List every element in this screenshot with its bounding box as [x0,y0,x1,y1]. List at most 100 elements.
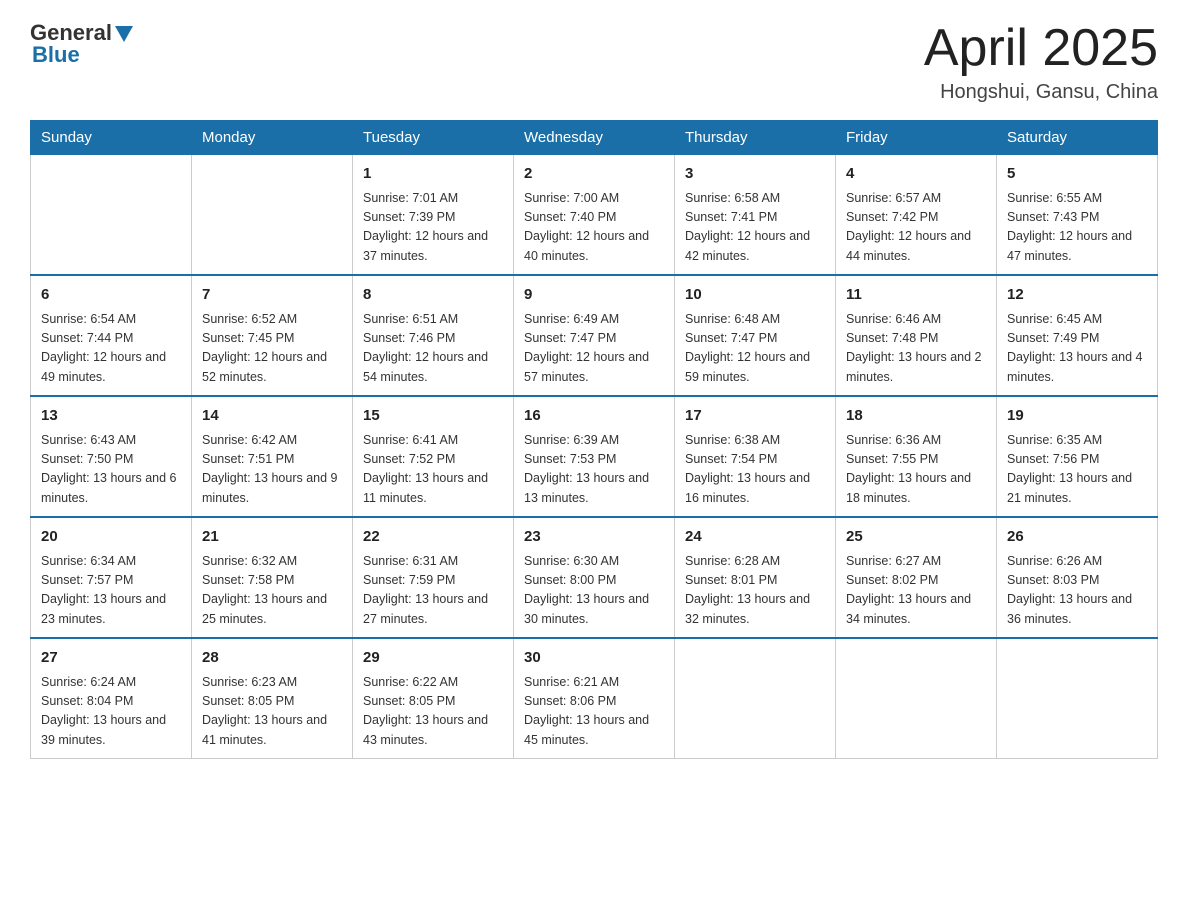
day-number: 5 [1007,163,1147,186]
calendar-table: SundayMondayTuesdayWednesdayThursdayFrid… [30,120,1158,759]
day-info: Sunrise: 6:21 AMSunset: 8:06 PMDaylight:… [524,673,664,751]
day-number: 19 [1007,405,1147,428]
day-info: Sunrise: 6:54 AMSunset: 7:44 PMDaylight:… [41,310,181,388]
day-number: 17 [685,405,825,428]
calendar-cell: 9 Sunrise: 6:49 AMSunset: 7:47 PMDaylight… [514,275,675,396]
calendar-cell: 3Sunrise: 6:58 AMSunset: 7:41 PMDaylight… [675,155,836,276]
day-info: Sunrise: 6:23 AMSunset: 8:05 PMDaylight:… [202,673,342,751]
day-of-week-header: Tuesday [353,121,514,155]
calendar-week-row: 20Sunrise: 6:34 AMSunset: 7:57 PMDayligh… [31,517,1158,638]
calendar-week-row: 6 Sunrise: 6:54 AMSunset: 7:44 PMDaylight… [31,275,1158,396]
calendar-cell [836,638,997,759]
day-of-week-header: Friday [836,121,997,155]
day-info: Sunrise: 6:43 AMSunset: 7:50 PMDaylight:… [41,431,181,509]
day-info: Sunrise: 6:55 AMSunset: 7:43 PMDaylight:… [1007,189,1147,267]
calendar-cell: 16 Sunrise: 6:39 AMSunset: 7:53 PMDayligh… [514,396,675,517]
calendar-week-row: 1 Sunrise: 7:01 AMSunset: 7:39 PMDaylight… [31,155,1158,276]
day-number: 20 [41,526,181,549]
calendar-cell [997,638,1158,759]
day-number: 15 [363,405,503,428]
day-info: Sunrise: 6:26 AMSunset: 8:03 PMDaylight:… [1007,552,1147,630]
day-number: 25 [846,526,986,549]
calendar-cell: 12 Sunrise: 6:45 AMSunset: 7:49 PMDayligh… [997,275,1158,396]
calendar-cell [31,155,192,276]
day-info: Sunrise: 6:32 AMSunset: 7:58 PMDaylight:… [202,552,342,630]
day-info: Sunrise: 6:39 AMSunset: 7:53 PMDaylight:… [524,431,664,509]
day-info: Sunrise: 7:01 AMSunset: 7:39 PMDaylight:… [363,189,503,267]
day-number: 4 [846,163,986,186]
calendar-cell: 6 Sunrise: 6:54 AMSunset: 7:44 PMDaylight… [31,275,192,396]
day-number: 29 [363,647,503,670]
day-of-week-header: Thursday [675,121,836,155]
logo-triangle-icon [115,26,133,42]
calendar-cell: 26 Sunrise: 6:26 AMSunset: 8:03 PMDayligh… [997,517,1158,638]
logo-blue-text: Blue [32,42,80,68]
day-number: 16 [524,405,664,428]
day-info: Sunrise: 6:28 AMSunset: 8:01 PMDaylight:… [685,552,825,630]
day-info: Sunrise: 6:31 AMSunset: 7:59 PMDaylight:… [363,552,503,630]
day-number: 6 [41,284,181,307]
calendar-cell [192,155,353,276]
day-info: Sunrise: 6:30 AMSunset: 8:00 PMDaylight:… [524,552,664,630]
day-info: Sunrise: 6:58 AMSunset: 7:41 PMDaylight:… [685,189,825,267]
day-info: Sunrise: 6:22 AMSunset: 8:05 PMDaylight:… [363,673,503,751]
day-info: Sunrise: 6:46 AMSunset: 7:48 PMDaylight:… [846,310,986,388]
day-number: 2 [524,163,664,186]
day-number: 10 [685,284,825,307]
calendar-subtitle: Hongshui, Gansu, China [924,81,1158,104]
calendar-cell: 29 Sunrise: 6:22 AMSunset: 8:05 PMDayligh… [353,638,514,759]
day-info: Sunrise: 6:49 AMSunset: 7:47 PMDaylight:… [524,310,664,388]
day-info: Sunrise: 6:41 AMSunset: 7:52 PMDaylight:… [363,431,503,509]
day-info: Sunrise: 6:35 AMSunset: 7:56 PMDaylight:… [1007,431,1147,509]
day-of-week-header: Wednesday [514,121,675,155]
day-info: Sunrise: 6:36 AMSunset: 7:55 PMDaylight:… [846,431,986,509]
calendar-cell: 28 Sunrise: 6:23 AMSunset: 8:05 PMDayligh… [192,638,353,759]
day-of-week-header: Sunday [31,121,192,155]
calendar-cell: 13 Sunrise: 6:43 AMSunset: 7:50 PMDayligh… [31,396,192,517]
calendar-cell: 4Sunrise: 6:57 AMSunset: 7:42 PMDaylight… [836,155,997,276]
calendar-cell: 15 Sunrise: 6:41 AMSunset: 7:52 PMDayligh… [353,396,514,517]
day-info: Sunrise: 6:52 AMSunset: 7:45 PMDaylight:… [202,310,342,388]
day-number: 21 [202,526,342,549]
day-number: 1 [363,163,503,186]
page-header: General Blue April 2025 Hongshui, Gansu,… [30,20,1158,104]
calendar-cell: 8Sunrise: 6:51 AMSunset: 7:46 PMDaylight… [353,275,514,396]
calendar-cell: 10 Sunrise: 6:48 AMSunset: 7:47 PMDayligh… [675,275,836,396]
day-info: Sunrise: 6:48 AMSunset: 7:47 PMDaylight:… [685,310,825,388]
calendar-week-row: 27 Sunrise: 6:24 AMSunset: 8:04 PMDayligh… [31,638,1158,759]
day-number: 11 [846,284,986,307]
title-block: April 2025 Hongshui, Gansu, China [924,20,1158,104]
day-number: 30 [524,647,664,670]
calendar-cell: 30 Sunrise: 6:21 AMSunset: 8:06 PMDayligh… [514,638,675,759]
calendar-header-row: SundayMondayTuesdayWednesdayThursdayFrid… [31,121,1158,155]
logo: General Blue [30,20,133,68]
day-number: 22 [363,526,503,549]
day-info: Sunrise: 6:42 AMSunset: 7:51 PMDaylight:… [202,431,342,509]
calendar-cell: 5 Sunrise: 6:55 AMSunset: 7:43 PMDaylight… [997,155,1158,276]
calendar-cell: 2 Sunrise: 7:00 AMSunset: 7:40 PMDaylight… [514,155,675,276]
day-info: Sunrise: 6:51 AMSunset: 7:46 PMDaylight:… [363,310,503,388]
calendar-cell: 7Sunrise: 6:52 AMSunset: 7:45 PMDaylight… [192,275,353,396]
calendar-cell: 23 Sunrise: 6:30 AMSunset: 8:00 PMDayligh… [514,517,675,638]
day-number: 23 [524,526,664,549]
day-number: 27 [41,647,181,670]
calendar-cell: 25 Sunrise: 6:27 AMSunset: 8:02 PMDayligh… [836,517,997,638]
calendar-cell: 1 Sunrise: 7:01 AMSunset: 7:39 PMDaylight… [353,155,514,276]
calendar-cell: 20Sunrise: 6:34 AMSunset: 7:57 PMDayligh… [31,517,192,638]
calendar-cell [675,638,836,759]
calendar-week-row: 13 Sunrise: 6:43 AMSunset: 7:50 PMDayligh… [31,396,1158,517]
day-number: 9 [524,284,664,307]
day-number: 13 [41,405,181,428]
day-info: Sunrise: 6:38 AMSunset: 7:54 PMDaylight:… [685,431,825,509]
day-info: Sunrise: 6:27 AMSunset: 8:02 PMDaylight:… [846,552,986,630]
day-number: 18 [846,405,986,428]
day-number: 12 [1007,284,1147,307]
calendar-cell: 21 Sunrise: 6:32 AMSunset: 7:58 PMDayligh… [192,517,353,638]
day-info: Sunrise: 7:00 AMSunset: 7:40 PMDaylight:… [524,189,664,267]
calendar-cell: 14Sunrise: 6:42 AMSunset: 7:51 PMDayligh… [192,396,353,517]
day-info: Sunrise: 6:45 AMSunset: 7:49 PMDaylight:… [1007,310,1147,388]
day-number: 28 [202,647,342,670]
day-number: 26 [1007,526,1147,549]
day-info: Sunrise: 6:24 AMSunset: 8:04 PMDaylight:… [41,673,181,751]
day-number: 24 [685,526,825,549]
